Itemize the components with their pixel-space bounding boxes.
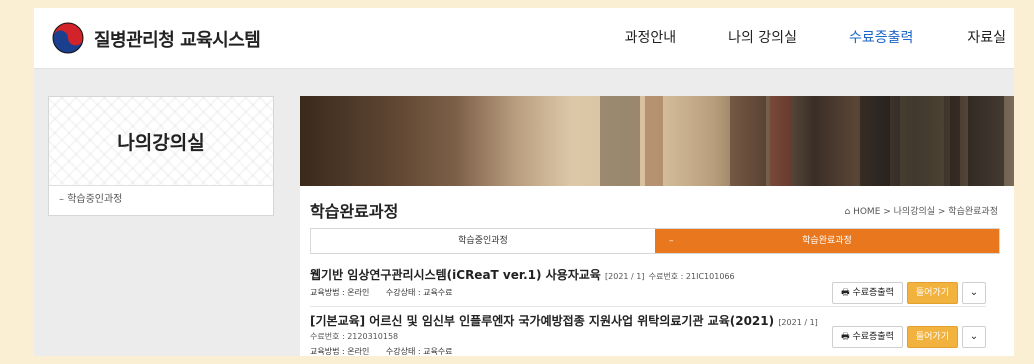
certificate-print-button[interactable]: 🖶 수료증출력 bbox=[832, 282, 903, 304]
course-row: [기본교육] 어르신 및 임신부 인플루엔자 국가예방접종 지원사업 위탁의료기… bbox=[310, 312, 986, 356]
tab-completed[interactable]: – 학습완료과정 bbox=[655, 229, 999, 253]
course-actions: 🖶 수료증출력 들어가기 ⌄ bbox=[832, 326, 986, 348]
certificate-print-label: 수료증출력 bbox=[852, 332, 894, 342]
certificate-print-button[interactable]: 🖶 수료증출력 bbox=[832, 326, 903, 348]
enter-button[interactable]: 들어가기 bbox=[906, 326, 958, 348]
chevron-down-icon: ⌄ bbox=[969, 331, 979, 342]
breadcrumb: ⌂ HOME > 나의강의실 > 학습완료과정 bbox=[845, 204, 999, 217]
breadcrumb-text[interactable]: HOME > 나의강의실 > 학습완료과정 bbox=[853, 207, 998, 217]
sidebar-item-label: 학습중인과정 bbox=[67, 194, 123, 205]
sidebar-item-prefix: – bbox=[59, 194, 64, 205]
nav-course-info[interactable]: 과정안내 bbox=[625, 8, 677, 68]
course-method: 교육방법 : 온라인 bbox=[310, 347, 370, 356]
sidebar-title: 나의강의실 bbox=[117, 131, 205, 154]
nav-certificate-print[interactable]: 수료증출력 bbox=[849, 8, 913, 68]
page-title: 학습완료과정 bbox=[310, 202, 399, 221]
course-title[interactable]: 웹기반 임상연구관리시스템(iCReaT ver.1) 사용자교육 bbox=[310, 268, 601, 282]
main-nav: 과정안내 나의 강의실 수료증출력 자료실 bbox=[625, 8, 1014, 68]
course-tabs: 학습중인과정 – 학습완료과정 bbox=[310, 228, 1000, 254]
main-content: 학습완료과정 ⌂ HOME > 나의강의실 > 학습완료과정 학습중인과정 – … bbox=[300, 186, 1014, 356]
expand-toggle-button[interactable]: ⌄ bbox=[962, 282, 986, 304]
course-cert-number: 수료번호 : 21IC101066 bbox=[648, 272, 735, 281]
tab-completed-label: 학습완료과정 bbox=[802, 236, 852, 246]
course-title[interactable]: [기본교육] 어르신 및 임신부 인플루엔자 국가예방접종 지원사업 위탁의료기… bbox=[310, 314, 774, 328]
expand-toggle-button[interactable]: ⌄ bbox=[962, 326, 986, 348]
certificate-print-label: 수료증출력 bbox=[852, 288, 894, 298]
enter-button[interactable]: 들어가기 bbox=[906, 282, 958, 304]
top-header: 질병관리청 교육시스템 과정안내 나의 강의실 수료증출력 자료실 bbox=[34, 8, 1014, 69]
course-title-line: 웹기반 임상연구관리시스템(iCReaT ver.1) 사용자교육 [2021 … bbox=[310, 266, 986, 283]
sidebar: 나의강의실 – 학습중인과정 bbox=[48, 96, 274, 216]
course-status: 수강상태 : 교육수료 bbox=[385, 347, 453, 356]
course-term: [2021 / 1] bbox=[778, 318, 818, 327]
tab-in-progress[interactable]: 학습중인과정 bbox=[311, 229, 655, 253]
printer-icon: 🖶 bbox=[841, 332, 853, 342]
sidebar-item-in-progress[interactable]: – 학습중인과정 bbox=[49, 186, 273, 209]
printer-icon: 🖶 bbox=[841, 288, 853, 298]
course-actions: 🖶 수료증출력 들어가기 ⌄ bbox=[832, 282, 986, 304]
kdca-logo-icon[interactable] bbox=[52, 22, 84, 54]
banner-image bbox=[300, 96, 1014, 186]
nav-resources[interactable]: 자료실 bbox=[967, 8, 1006, 68]
course-row: 웹기반 임상연구관리시스템(iCReaT ver.1) 사용자교육 [2021 … bbox=[310, 266, 986, 307]
home-icon[interactable]: ⌂ bbox=[845, 207, 854, 217]
course-status: 수강상태 : 교육수료 bbox=[385, 288, 453, 297]
brand-title[interactable]: 질병관리청 교육시스템 bbox=[94, 26, 261, 52]
app-window: 질병관리청 교육시스템 과정안내 나의 강의실 수료증출력 자료실 나의강의실 … bbox=[34, 8, 1014, 356]
chevron-down-icon: ⌄ bbox=[969, 287, 979, 298]
nav-my-classroom[interactable]: 나의 강의실 bbox=[728, 8, 797, 68]
course-method: 교육방법 : 온라인 bbox=[310, 288, 370, 297]
sidebar-header: 나의강의실 bbox=[49, 97, 273, 186]
tab-active-prefix: – bbox=[669, 236, 674, 246]
course-term: [2021 / 1] bbox=[605, 272, 645, 281]
